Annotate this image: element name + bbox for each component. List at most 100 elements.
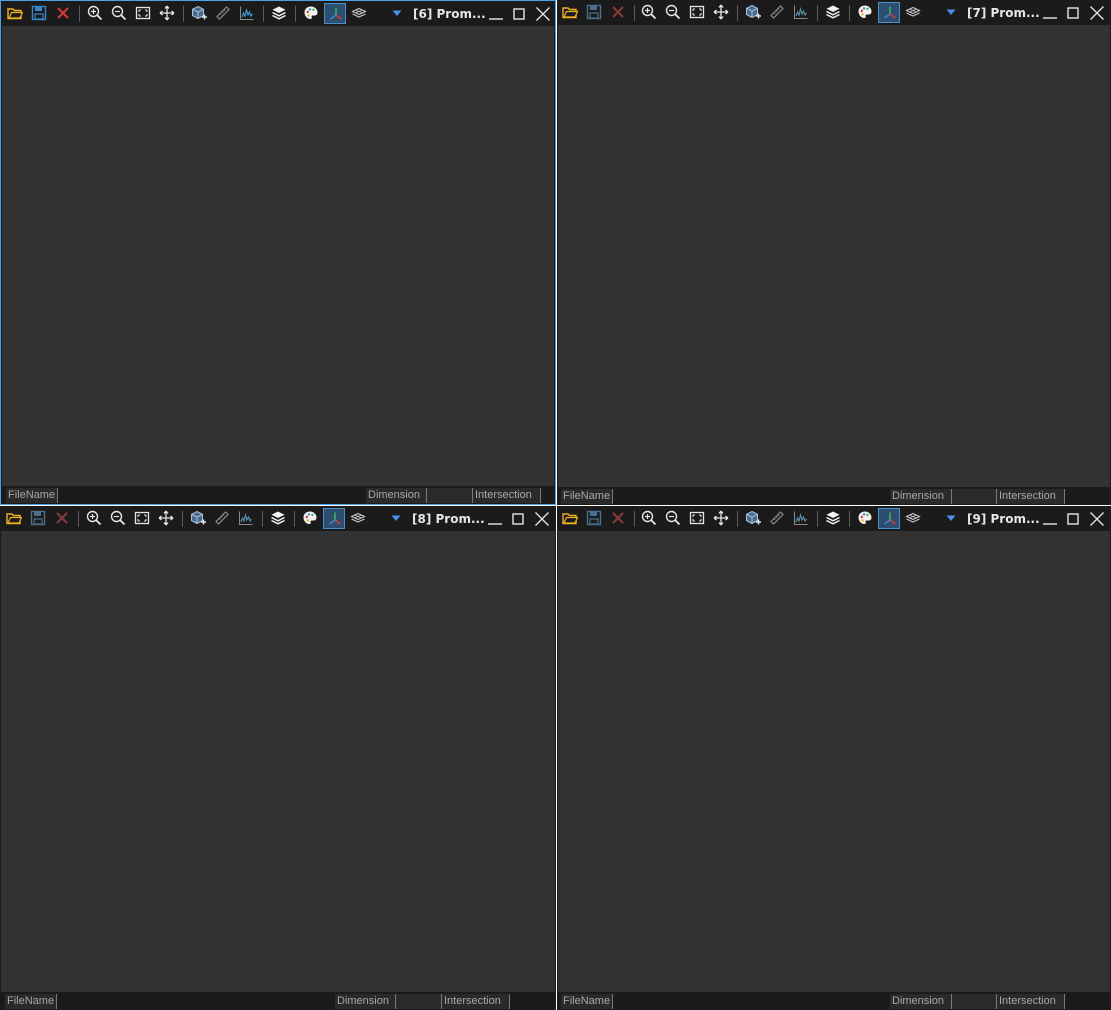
add-cube-icon[interactable] — [187, 508, 209, 529]
toolbar-separator — [183, 6, 184, 22]
zoom-in-icon[interactable] — [638, 508, 660, 529]
histogram-icon[interactable] — [790, 2, 812, 23]
add-cube-icon[interactable] — [742, 2, 764, 23]
zoom-out-icon[interactable] — [107, 508, 129, 529]
histogram-icon[interactable] — [790, 508, 812, 529]
pan-icon[interactable] — [710, 508, 732, 529]
minimize-icon[interactable] — [485, 509, 505, 529]
toolbar-separator — [295, 6, 296, 22]
close-window-icon[interactable] — [1087, 3, 1107, 23]
viewer-pane-6[interactable]: [6] Prom... FileName Dimension Intersect… — [0, 0, 556, 505]
zoom-in-icon[interactable] — [83, 508, 105, 529]
status-dimension-value — [427, 488, 473, 503]
open-folder-icon[interactable] — [559, 2, 581, 23]
dropdown-arrow-icon[interactable] — [940, 508, 962, 529]
add-cube-icon[interactable] — [742, 508, 764, 529]
dropdown-arrow-icon[interactable] — [385, 508, 407, 529]
axes-icon[interactable] — [324, 3, 346, 24]
save-icon[interactable] — [583, 2, 605, 23]
viewer-pane-7[interactable]: [7] Prom... FileName Dimension Intersect… — [557, 0, 1111, 505]
slice-plane-icon[interactable] — [347, 508, 369, 529]
status-dimension: Dimension — [335, 994, 396, 1009]
ruler-icon[interactable] — [212, 3, 234, 24]
save-icon[interactable] — [27, 508, 49, 529]
minimize-icon[interactable] — [486, 4, 506, 24]
open-folder-icon[interactable] — [4, 3, 26, 24]
render-viewport[interactable] — [558, 25, 1110, 487]
status-filename: FileName — [6, 488, 58, 503]
close-file-icon[interactable] — [51, 508, 73, 529]
slice-plane-icon[interactable] — [902, 2, 924, 23]
pane-toolbar: [8] Prom... — [0, 506, 556, 531]
viewer-pane-8[interactable]: [8] Prom... FileName Dimension Intersect… — [0, 506, 556, 1010]
close-file-icon[interactable] — [52, 3, 74, 24]
maximize-icon[interactable] — [509, 4, 529, 24]
fit-view-icon[interactable] — [132, 3, 154, 24]
minimize-icon[interactable] — [1040, 3, 1060, 23]
ruler-icon[interactable] — [766, 508, 788, 529]
save-icon[interactable] — [583, 508, 605, 529]
layers-icon[interactable] — [267, 508, 289, 529]
pan-icon[interactable] — [156, 3, 178, 24]
fit-view-icon[interactable] — [686, 508, 708, 529]
zoom-in-icon[interactable] — [638, 2, 660, 23]
maximize-icon[interactable] — [1063, 509, 1083, 529]
status-dimension: Dimension — [890, 994, 952, 1009]
layers-icon[interactable] — [822, 508, 844, 529]
histogram-icon[interactable] — [235, 508, 257, 529]
toolbar-separator — [263, 6, 264, 22]
fit-view-icon[interactable] — [131, 508, 153, 529]
slice-plane-icon[interactable] — [902, 508, 924, 529]
ruler-icon[interactable] — [211, 508, 233, 529]
palette-icon[interactable] — [300, 3, 322, 24]
ruler-icon[interactable] — [766, 2, 788, 23]
palette-icon[interactable] — [854, 2, 876, 23]
minimize-icon[interactable] — [1040, 509, 1060, 529]
layers-icon[interactable] — [822, 2, 844, 23]
toolbar-separator — [817, 511, 818, 527]
toolbar-separator — [78, 511, 79, 527]
zoom-out-icon[interactable] — [662, 508, 684, 529]
fit-view-icon[interactable] — [686, 2, 708, 23]
palette-icon[interactable] — [299, 508, 321, 529]
toolbar-separator — [79, 6, 80, 22]
status-filename: FileName — [561, 994, 613, 1009]
dropdown-arrow-icon[interactable] — [940, 2, 962, 23]
save-icon[interactable] — [28, 3, 50, 24]
open-folder-icon[interactable] — [3, 508, 25, 529]
render-viewport[interactable] — [1, 531, 555, 992]
close-file-icon[interactable] — [607, 508, 629, 529]
axes-icon[interactable] — [878, 2, 900, 23]
zoom-out-icon[interactable] — [108, 3, 130, 24]
viewer-pane-9[interactable]: [9] Prom... FileName Dimension Intersect… — [557, 506, 1111, 1010]
status-dimension-value — [396, 994, 442, 1009]
axes-icon[interactable] — [323, 508, 345, 529]
axes-icon[interactable] — [878, 508, 900, 529]
slice-plane-icon[interactable] — [348, 3, 370, 24]
maximize-icon[interactable] — [1063, 3, 1083, 23]
zoom-out-icon[interactable] — [662, 2, 684, 23]
toolbar-separator — [817, 5, 818, 21]
close-file-icon[interactable] — [607, 2, 629, 23]
maximize-icon[interactable] — [508, 509, 528, 529]
status-filename: FileName — [561, 489, 613, 504]
zoom-in-icon[interactable] — [84, 3, 106, 24]
toolbar-separator — [634, 5, 635, 21]
open-folder-icon[interactable] — [559, 508, 581, 529]
status-bar: FileName Dimension Intersection — [557, 992, 1111, 1010]
dropdown-arrow-icon[interactable] — [386, 3, 408, 24]
close-window-icon[interactable] — [1087, 509, 1107, 529]
add-cube-icon[interactable] — [188, 3, 210, 24]
render-viewport[interactable] — [2, 26, 554, 486]
histogram-icon[interactable] — [236, 3, 258, 24]
close-window-icon[interactable] — [533, 4, 553, 24]
layers-icon[interactable] — [268, 3, 290, 24]
quad-viewer: [6] Prom... FileName Dimension Intersect… — [0, 0, 1111, 1010]
status-dimension: Dimension — [366, 488, 427, 503]
render-viewport[interactable] — [558, 531, 1110, 992]
palette-icon[interactable] — [854, 508, 876, 529]
status-intersection: Intersection — [997, 489, 1065, 504]
pan-icon[interactable] — [155, 508, 177, 529]
close-window-icon[interactable] — [532, 509, 552, 529]
pan-icon[interactable] — [710, 2, 732, 23]
